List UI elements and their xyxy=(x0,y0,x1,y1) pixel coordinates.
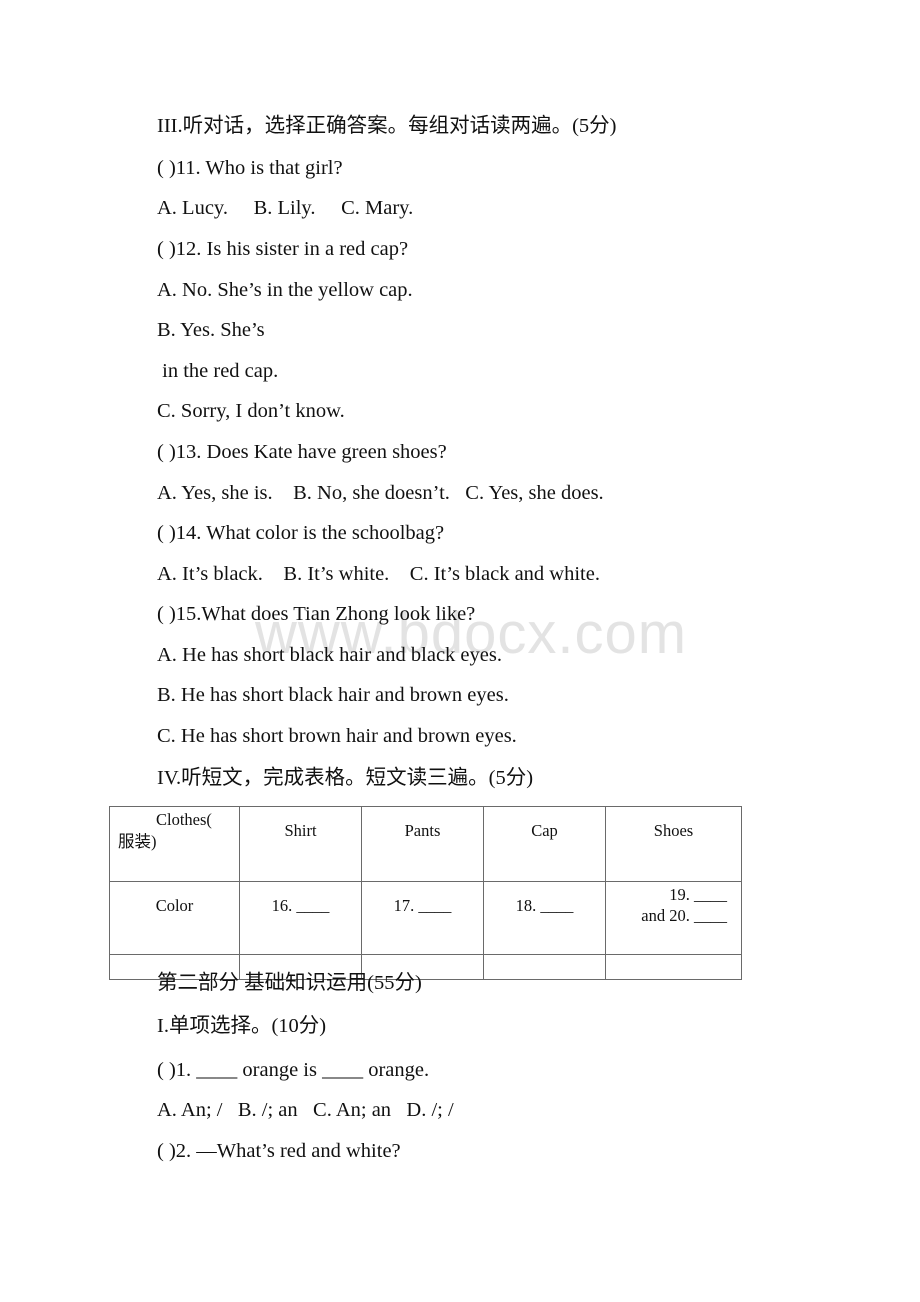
question-14-options: A. It’s black. B. It’s white. C. It’s bl… xyxy=(157,563,600,585)
blank-19-20: 19. ____ and 20. ____ xyxy=(605,881,742,955)
question-15-stem: ( )15.What does Tian Zhong look like? xyxy=(157,603,476,625)
clothes-label: Clothes( xyxy=(156,810,212,829)
color-label: Color xyxy=(109,881,240,955)
question-15-option-c: C. He has short brown hair and brown eye… xyxy=(157,725,517,747)
question-15-option-b: B. He has short black hair and brown eye… xyxy=(157,684,509,706)
clothes-label-cn: 服装) xyxy=(118,832,157,851)
question-12-option-a: A. No. She’s in the yellow cap. xyxy=(157,279,413,301)
question-11-options: A. Lucy. B. Lily. C. Mary. xyxy=(157,197,414,219)
question-13-options: A. Yes, she is. B. No, she doesn’t. C. Y… xyxy=(157,482,604,504)
table-header-pants: Pants xyxy=(361,806,484,882)
empty-cell xyxy=(483,954,606,980)
question-12-stem: ( )12. Is his sister in a red cap? xyxy=(157,238,409,260)
table-header-shoes: Shoes xyxy=(605,806,742,882)
section-4-heading: IV.听短文，完成表格。短文读三遍。(5分) xyxy=(157,767,534,789)
table-header-row: Clothes( 服装) Shirt Pants Cap Shoes xyxy=(109,806,742,882)
blank-20: and 20. ____ xyxy=(641,906,727,925)
question-12-option-b: B. Yes. She’s xyxy=(157,319,265,341)
table-row-color: Color 16. ____ 17. ____ 18. ____ 19. ___… xyxy=(109,881,742,955)
blank-18: 18. ____ xyxy=(483,881,606,955)
blank-16: 16. ____ xyxy=(239,881,362,955)
question-15-option-a: A. He has short black hair and black eye… xyxy=(157,644,502,666)
table-header-cap: Cap xyxy=(483,806,606,882)
empty-cell xyxy=(605,954,742,980)
part-2-heading: 第二部分 基础知识运用(55分) xyxy=(157,972,422,994)
question-1-stem: ( )1. ____ orange is ____ orange. xyxy=(157,1059,430,1081)
blank-17: 17. ____ xyxy=(361,881,484,955)
section-1-heading: I.单项选择。(10分) xyxy=(157,1015,327,1037)
question-2-stem: ( )2. —What’s red and white? xyxy=(157,1140,401,1162)
table-header-shirt: Shirt xyxy=(239,806,362,882)
question-14-stem: ( )14. What color is the schoolbag? xyxy=(157,522,445,544)
table-header-clothes: Clothes( 服装) xyxy=(109,806,240,882)
section-3-heading: III.听对话，选择正确答案。每组对话读两遍。(5分) xyxy=(157,115,617,137)
clothes-color-table: Clothes( 服装) Shirt Pants Cap Shoes Color… xyxy=(109,806,742,980)
blank-19: 19. ____ xyxy=(669,885,727,904)
question-1-options: A. An; / B. /; an C. An; an D. /; / xyxy=(157,1099,454,1121)
question-12-option-b-cont: in the red cap. xyxy=(157,360,279,382)
question-12-option-c: C. Sorry, I don’t know. xyxy=(157,400,345,422)
question-13-stem: ( )13. Does Kate have green shoes? xyxy=(157,441,447,463)
question-11-stem: ( )11. Who is that girl? xyxy=(157,157,343,179)
